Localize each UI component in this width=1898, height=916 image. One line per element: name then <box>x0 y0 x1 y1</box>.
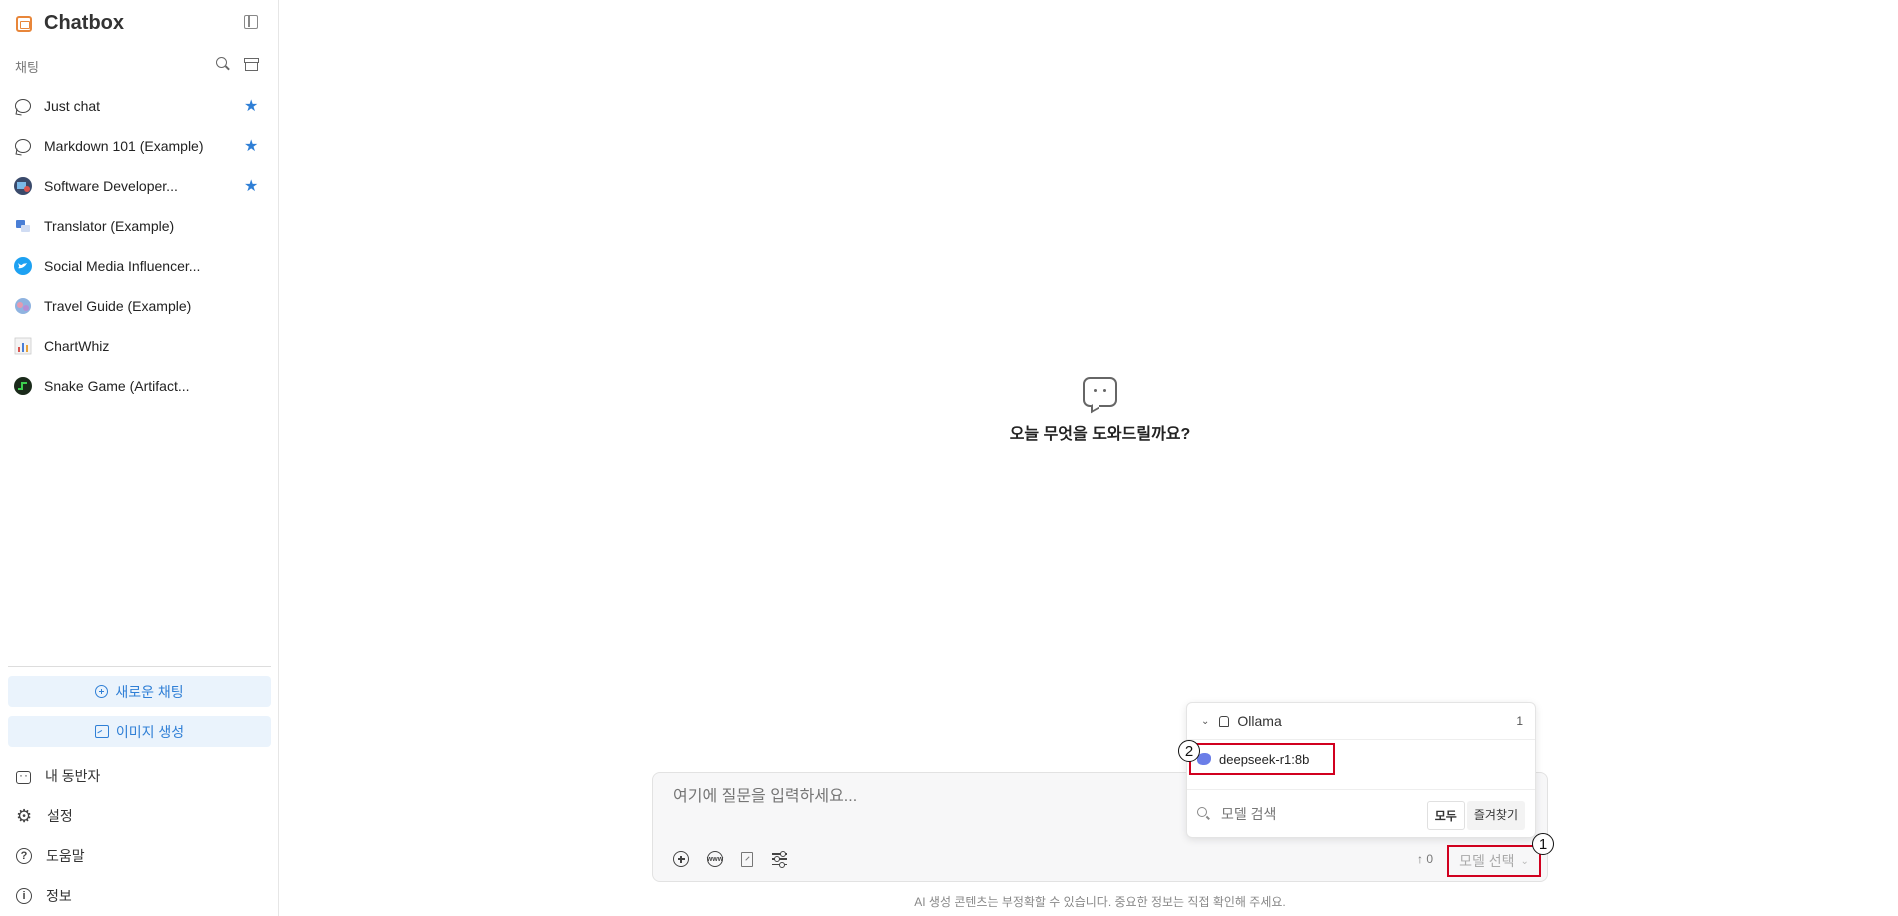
chat-item-label: Snake Game (Artifact... <box>44 378 190 394</box>
new-chat-label: 새로운 채팅 <box>115 683 184 700</box>
chevron-down-icon: ⌄ <box>1520 855 1529 867</box>
gear-icon: ⚙ <box>16 805 33 826</box>
chat-bubble-icon <box>14 137 32 155</box>
composer-toolbar: www <box>673 851 787 867</box>
chat-item-just-chat[interactable]: Just chat ★ <box>0 86 279 126</box>
chat-item-label: Just chat <box>44 98 101 114</box>
plus-circle-icon <box>95 685 109 698</box>
nav-label: 내 동반자 <box>45 768 101 784</box>
chat-item-markdown[interactable]: Markdown 101 (Example) ★ <box>0 126 279 166</box>
chatbox-logo-icon <box>16 15 32 32</box>
model-option-label: deepseek-r1:8b <box>1219 751 1310 767</box>
disclaimer-text: AI 생성 콘텐츠는 부정확할 수 있습니다. 중요한 정보는 직접 확인해 주… <box>914 895 1286 909</box>
ollama-icon <box>1219 715 1230 727</box>
chats-section-label: 채팅 <box>15 60 39 75</box>
settings-sliders-icon[interactable] <box>771 851 787 867</box>
chat-item-snake-game[interactable]: Snake Game (Artifact... <box>0 366 279 406</box>
nav-help[interactable]: ? 도움말 <box>0 836 279 876</box>
attach-icon[interactable] <box>673 851 689 867</box>
model-option-deepseek[interactable]: deepseek-r1:8b <box>1189 743 1335 775</box>
sidebar-divider <box>8 666 271 667</box>
nav-label: 도움말 <box>46 848 85 864</box>
companion-icon <box>16 768 31 784</box>
chat-bot-icon <box>1083 377 1117 407</box>
star-icon[interactable]: ★ <box>244 136 258 156</box>
message-input[interactable] <box>673 788 1273 806</box>
archive-icon[interactable] <box>243 56 259 72</box>
token-count: ↑ 0 <box>1417 852 1434 866</box>
sidebar-collapse-icon[interactable] <box>244 15 258 29</box>
chevron-down-icon: ⌄ <box>1201 715 1210 727</box>
nav-info[interactable]: i 정보 <box>0 876 279 916</box>
info-icon: i <box>16 888 32 904</box>
chat-item-social-media[interactable]: Social Media Influencer... <box>0 246 279 286</box>
annotation-marker-2: 2 <box>1178 740 1200 762</box>
nav-settings[interactable]: ⚙ 설정 <box>0 796 279 836</box>
help-icon: ? <box>16 848 32 864</box>
chat-item-software-developer[interactable]: Software Developer... ★ <box>0 166 279 206</box>
nav-label: 정보 <box>46 888 72 904</box>
chat-item-label: Travel Guide (Example) <box>44 298 192 314</box>
section-tools <box>215 56 259 72</box>
avatar-developer-icon <box>14 177 32 195</box>
image-icon <box>94 725 109 738</box>
image-generation-label: 이미지 생성 <box>115 723 185 740</box>
model-select-button[interactable]: 모델 선택 ⌄ <box>1447 845 1541 877</box>
search-icon[interactable] <box>215 56 231 72</box>
model-dropdown: ⌄ Ollama 1 deepseek-r1:8b 모두 즐겨찾기 <box>1186 702 1536 838</box>
file-icon[interactable] <box>741 851 753 867</box>
model-select-label: 모델 선택 <box>1459 853 1515 869</box>
sidebar: Chatbox 채팅 Just chat ★ Markdown 101 (Exa… <box>0 0 279 916</box>
model-search-input[interactable] <box>1221 806 1421 822</box>
model-search-bar: 모두 즐겨찾기 <box>1187 789 1535 838</box>
chat-item-label: Translator (Example) <box>44 218 175 234</box>
avatar-translator-icon <box>14 217 32 235</box>
provider-model-count: 1 <box>1516 714 1523 728</box>
provider-group-ollama[interactable]: ⌄ Ollama 1 <box>1187 703 1535 740</box>
chat-item-label: Social Media Influencer... <box>44 258 201 274</box>
chat-item-label: Software Developer... <box>44 178 178 194</box>
filter-tab-favorites[interactable]: 즐겨찾기 <box>1466 801 1525 830</box>
filter-tab-all[interactable]: 모두 <box>1426 801 1465 830</box>
brand: Chatbox <box>16 12 124 35</box>
annotation-marker-1: 1 <box>1532 833 1554 855</box>
new-chat-button[interactable]: 새로운 채팅 <box>8 676 271 707</box>
chat-item-travel-guide[interactable]: Travel Guide (Example) <box>0 286 279 326</box>
chat-item-label: ChartWhiz <box>44 338 110 354</box>
avatar-travel-icon <box>14 297 32 315</box>
avatar-snake-icon <box>14 377 32 395</box>
avatar-chartwhiz-icon <box>14 337 32 355</box>
model-filter-tabs: 모두 즐겨찾기 <box>1426 801 1525 830</box>
image-generation-button[interactable]: 이미지 생성 <box>8 716 271 747</box>
chat-list: Just chat ★ Markdown 101 (Example) ★ Sof… <box>0 86 279 406</box>
chat-item-label: Markdown 101 (Example) <box>44 138 204 154</box>
welcome-heading: 오늘 무엇을 도와드릴까요? <box>1009 426 1191 443</box>
star-icon[interactable]: ★ <box>244 96 258 116</box>
chat-item-chartwhiz[interactable]: ChartWhiz <box>0 326 279 366</box>
nav-companion[interactable]: 내 동반자 <box>0 756 279 796</box>
web-search-icon[interactable]: www <box>707 851 723 867</box>
app-title: Chatbox <box>44 12 124 34</box>
star-icon[interactable]: ★ <box>244 176 258 196</box>
chat-item-translator[interactable]: Translator (Example) <box>0 206 279 246</box>
avatar-twitter-icon <box>14 257 32 275</box>
search-icon <box>1197 807 1211 821</box>
bottom-nav: 내 동반자 ⚙ 설정 ? 도움말 i 정보 <box>0 756 279 916</box>
provider-name: Ollama <box>1237 713 1282 729</box>
nav-label: 설정 <box>47 808 73 824</box>
chat-bubble-icon <box>14 97 32 115</box>
